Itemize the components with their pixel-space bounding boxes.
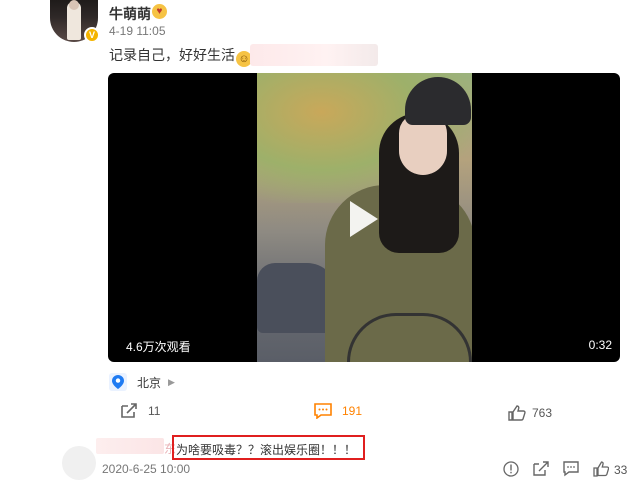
blurred-commenter-name bbox=[96, 438, 164, 454]
commenter-avatar[interactable] bbox=[62, 446, 96, 480]
like-count: 763 bbox=[532, 406, 553, 420]
comment-text: 为啥要吸毒？？滚出娱乐圈！！！ bbox=[176, 443, 357, 457]
location-label: 北京 bbox=[137, 375, 162, 390]
location-pin-icon bbox=[109, 373, 127, 391]
member-emoji-icon: ♥ bbox=[152, 4, 167, 19]
post-text-content: 记录自己，好好生活 bbox=[109, 47, 235, 63]
thumbs-up-icon bbox=[508, 405, 526, 421]
play-icon[interactable] bbox=[340, 197, 384, 241]
report-icon[interactable] bbox=[503, 461, 519, 477]
comment-like-count: 33 bbox=[614, 463, 628, 477]
blurred-text bbox=[250, 44, 378, 66]
comment-timestamp: 2020-6-25 10:00 bbox=[102, 462, 191, 476]
comment-button[interactable]: 191 bbox=[314, 403, 362, 419]
comment-icon bbox=[314, 403, 332, 419]
avatar-head bbox=[69, 0, 79, 10]
video-player[interactable]: 4.6万次观看 0:32 bbox=[108, 73, 620, 362]
video-duration: 0:32 bbox=[588, 338, 612, 352]
post-text: 记录自己，好好生活 ☺ bbox=[109, 45, 252, 67]
share-button[interactable]: 11 bbox=[120, 403, 160, 419]
like-button[interactable]: 763 bbox=[508, 405, 552, 421]
comment-like-icon[interactable] bbox=[593, 461, 609, 477]
comment-count: 191 bbox=[342, 404, 363, 418]
share-icon bbox=[121, 403, 137, 418]
comment-share-icon[interactable] bbox=[533, 461, 549, 477]
video-view-count: 4.6万次观看 bbox=[126, 340, 191, 354]
share-count: 11 bbox=[148, 404, 161, 418]
verified-badge-icon: V bbox=[84, 27, 100, 43]
post-timestamp[interactable]: 4-19 11:05 bbox=[109, 24, 166, 38]
location-tag[interactable]: 北京 ▶ bbox=[109, 372, 175, 392]
reply-icon[interactable] bbox=[563, 461, 579, 477]
chevron-right-icon: ▶ bbox=[168, 376, 175, 387]
author-name[interactable]: 牛萌萌 bbox=[109, 4, 151, 24]
